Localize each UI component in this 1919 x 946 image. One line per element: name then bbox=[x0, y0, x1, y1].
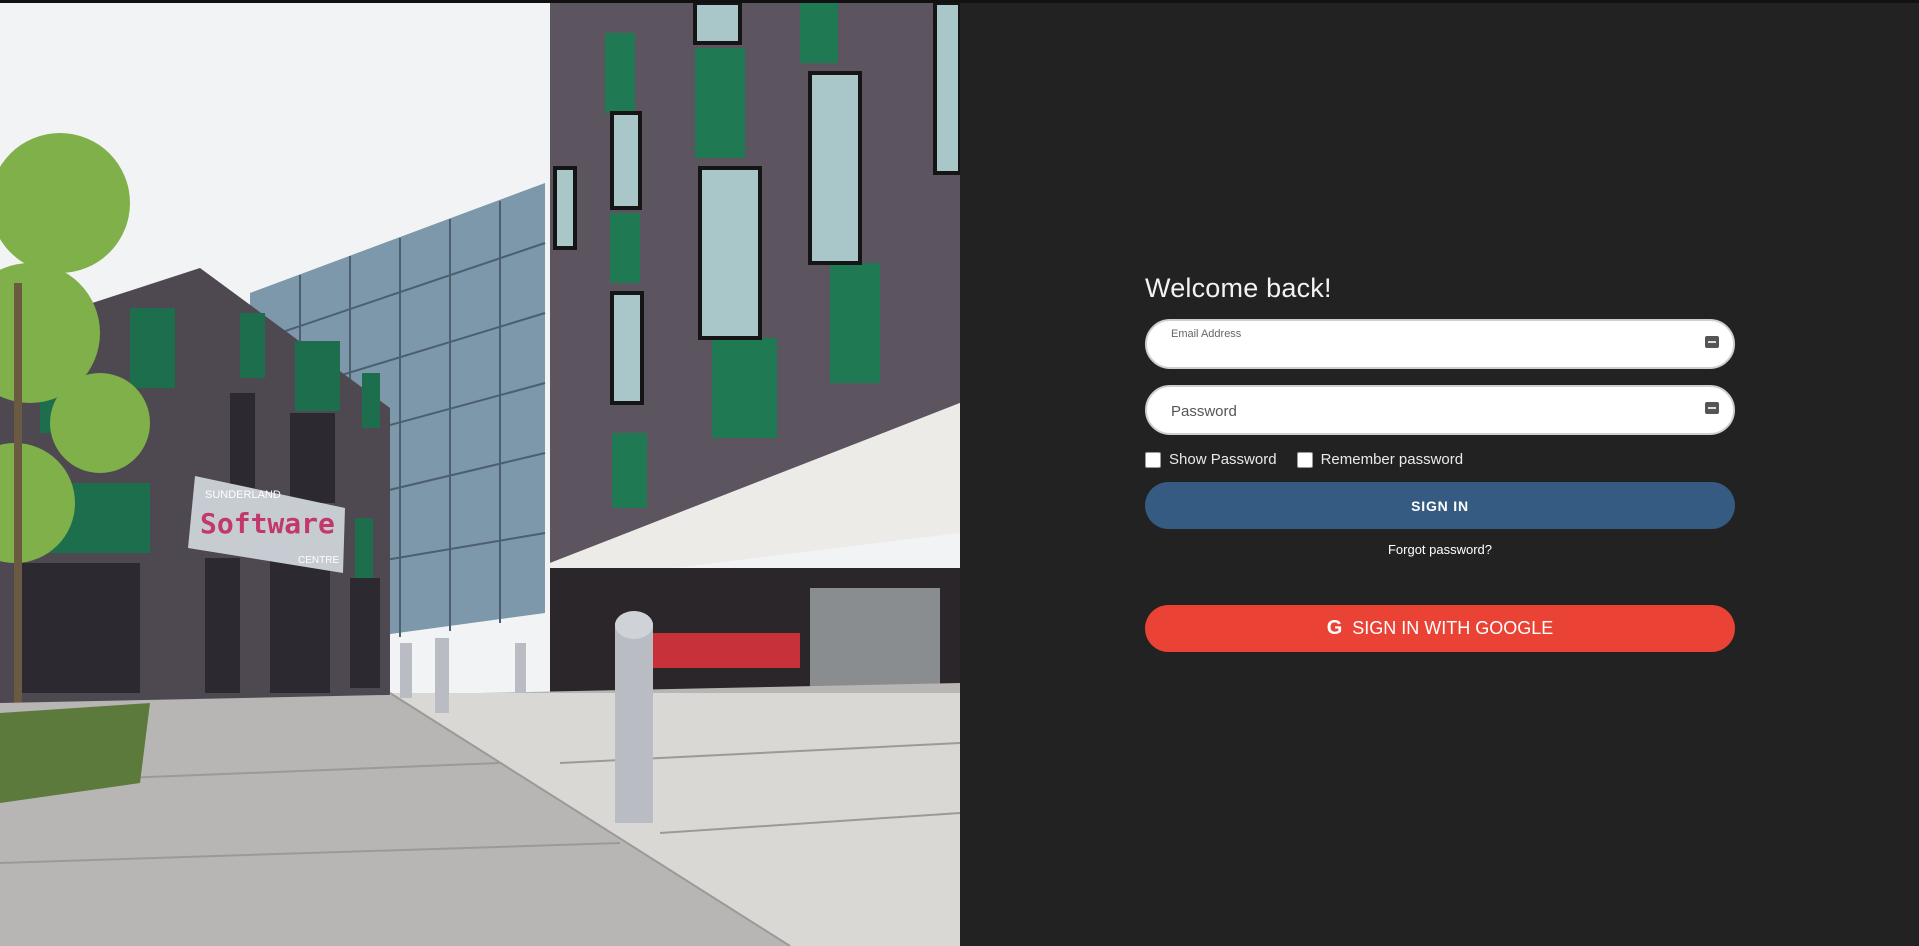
sign-top-text: SUNDERLAND bbox=[205, 489, 281, 501]
google-sign-in-button[interactable]: G SIGN IN WITH GOOGLE bbox=[1145, 605, 1735, 652]
welcome-heading: Welcome back! bbox=[1145, 273, 1332, 303]
sign-bottom-text: CENTRE bbox=[298, 555, 339, 566]
show-password-label: Show Password bbox=[1169, 451, 1277, 468]
password-manager-icon[interactable] bbox=[1705, 402, 1719, 414]
password-field[interactable] bbox=[1145, 385, 1735, 435]
email-input[interactable] bbox=[1169, 321, 1693, 369]
remember-password-label: Remember password bbox=[1320, 451, 1464, 468]
building-photo: SUNDERLAND Software CENTRE bbox=[0, 3, 960, 946]
forgot-password-link[interactable]: Forgot password? bbox=[1145, 542, 1735, 557]
login-page: SUNDERLAND Software CENTRE Welcome back!… bbox=[0, 0, 1919, 946]
login-options: Show Password Remember password bbox=[1145, 451, 1735, 468]
checkbox-icon[interactable] bbox=[1296, 451, 1313, 468]
password-input[interactable] bbox=[1169, 387, 1693, 435]
google-sign-in-label: SIGN IN WITH GOOGLE bbox=[1352, 618, 1554, 638]
show-password-checkbox[interactable]: Show Password bbox=[1145, 451, 1277, 468]
email-field[interactable]: Email Address bbox=[1145, 319, 1735, 369]
checkbox-icon[interactable] bbox=[1145, 451, 1161, 468]
remember-password-checkbox[interactable]: Remember password bbox=[1296, 451, 1464, 468]
google-icon: G bbox=[1326, 617, 1343, 639]
sign-in-button[interactable]: SIGN IN bbox=[1145, 482, 1735, 529]
password-manager-icon[interactable] bbox=[1705, 336, 1719, 348]
login-form: Welcome back! Email Address Show Passwor… bbox=[1145, 273, 1735, 652]
sign-main-text: Software bbox=[200, 507, 335, 540]
